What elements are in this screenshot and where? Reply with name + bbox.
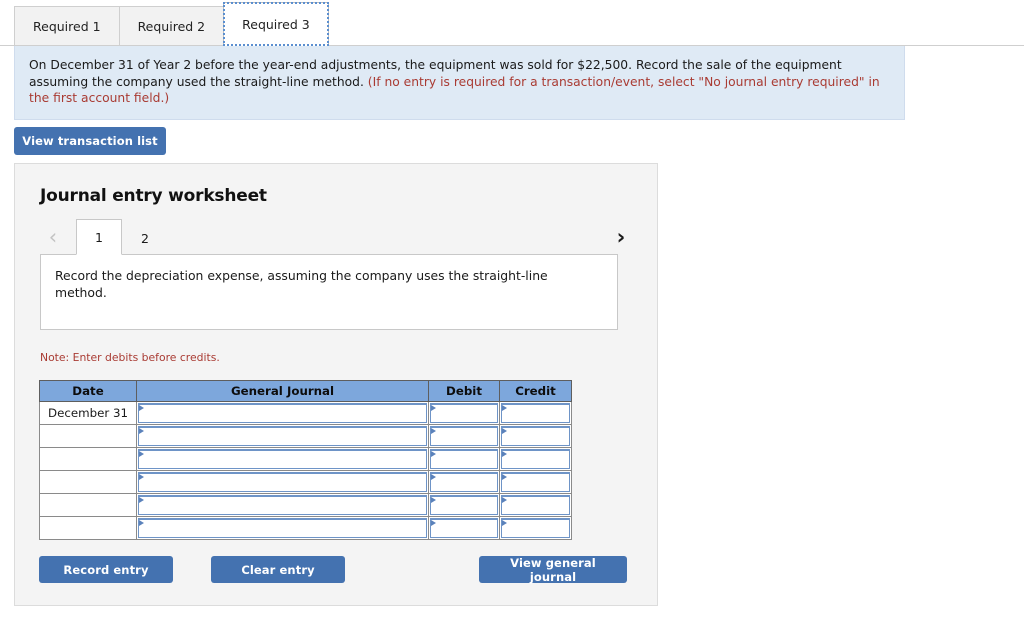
journal-entry-table: Date General Journal Debit Credit Decemb… bbox=[39, 380, 572, 540]
general-journal-input[interactable] bbox=[138, 449, 427, 469]
general-journal-input[interactable] bbox=[138, 426, 427, 446]
credit-input[interactable] bbox=[501, 472, 570, 492]
debit-input[interactable] bbox=[430, 472, 498, 492]
worksheet-page-2[interactable]: 2 bbox=[122, 221, 168, 255]
tab-required-1[interactable]: Required 1 bbox=[14, 6, 120, 46]
date-cell bbox=[39, 424, 137, 448]
general-journal-input-wrapper bbox=[137, 517, 428, 539]
debits-before-credits-note: Note: Enter debits before credits. bbox=[40, 351, 220, 364]
credit-input-cell[interactable] bbox=[499, 424, 572, 448]
credit-input-wrapper bbox=[500, 471, 571, 493]
debit-input[interactable] bbox=[430, 403, 498, 423]
credit-input-cell[interactable] bbox=[499, 493, 572, 517]
worksheet-pager: ‹ 1 2 › bbox=[40, 219, 634, 255]
credit-input-wrapper bbox=[500, 494, 571, 516]
credit-input-cell[interactable] bbox=[499, 516, 572, 540]
worksheet-description: Record the depreciation expense, assumin… bbox=[40, 254, 618, 330]
credit-input[interactable] bbox=[501, 426, 570, 446]
credit-input[interactable] bbox=[501, 449, 570, 469]
required-tabs: Required 1 Required 2 Required 3 bbox=[14, 2, 329, 46]
chevron-left-icon[interactable]: ‹ bbox=[40, 219, 66, 255]
credit-input-wrapper bbox=[500, 517, 571, 539]
worksheet-page-1[interactable]: 1 bbox=[76, 219, 122, 255]
column-header-date: Date bbox=[39, 380, 137, 402]
debit-input-cell[interactable] bbox=[428, 516, 500, 540]
debit-input-wrapper bbox=[429, 402, 499, 424]
credit-input-cell[interactable] bbox=[499, 470, 572, 494]
general-journal-input[interactable] bbox=[138, 518, 427, 538]
credit-input-cell[interactable] bbox=[499, 401, 572, 425]
debit-input-cell[interactable] bbox=[428, 470, 500, 494]
general-journal-input-cell[interactable] bbox=[136, 401, 429, 425]
credit-input-wrapper bbox=[500, 448, 571, 470]
debit-input-wrapper bbox=[429, 517, 499, 539]
table-row bbox=[39, 493, 572, 517]
general-journal-input-cell[interactable] bbox=[136, 516, 429, 540]
credit-input[interactable] bbox=[501, 403, 570, 423]
column-header-general-journal: General Journal bbox=[136, 380, 429, 402]
debit-input[interactable] bbox=[430, 518, 498, 538]
debit-input-cell[interactable] bbox=[428, 401, 500, 425]
page-title: Journal entry worksheet bbox=[40, 186, 267, 206]
chevron-right-icon[interactable]: › bbox=[608, 219, 634, 255]
date-cell: December 31 bbox=[39, 401, 137, 425]
debit-input[interactable] bbox=[430, 449, 498, 469]
general-journal-input-wrapper bbox=[137, 494, 428, 516]
date-cell bbox=[39, 447, 137, 471]
general-journal-input-wrapper bbox=[137, 471, 428, 493]
table-header-row: Date General Journal Debit Credit bbox=[39, 380, 572, 402]
date-cell bbox=[39, 493, 137, 517]
view-transaction-list-button[interactable]: View transaction list bbox=[14, 127, 166, 155]
credit-input[interactable] bbox=[501, 518, 570, 538]
column-header-credit: Credit bbox=[499, 380, 572, 402]
debit-input-wrapper bbox=[429, 425, 499, 447]
view-general-journal-button[interactable]: View general journal bbox=[479, 556, 627, 584]
table-row bbox=[39, 470, 572, 494]
date-cell bbox=[39, 516, 137, 540]
general-journal-input[interactable] bbox=[138, 472, 427, 492]
date-cell bbox=[39, 470, 137, 494]
debit-input-wrapper bbox=[429, 448, 499, 470]
journal-table-body: December 31 bbox=[39, 401, 572, 540]
credit-input-wrapper bbox=[500, 402, 571, 424]
credit-input-wrapper bbox=[500, 425, 571, 447]
debit-input-cell[interactable] bbox=[428, 424, 500, 448]
general-journal-input-cell[interactable] bbox=[136, 447, 429, 471]
table-row bbox=[39, 516, 572, 540]
debit-input[interactable] bbox=[430, 495, 498, 515]
general-journal-input-wrapper bbox=[137, 448, 428, 470]
tab-required-3[interactable]: Required 3 bbox=[223, 2, 329, 46]
debit-input-cell[interactable] bbox=[428, 447, 500, 471]
debit-input[interactable] bbox=[430, 426, 498, 446]
general-journal-input-wrapper bbox=[137, 402, 428, 424]
credit-input[interactable] bbox=[501, 495, 570, 515]
debit-input-cell[interactable] bbox=[428, 493, 500, 517]
credit-input-cell[interactable] bbox=[499, 447, 572, 471]
table-row: December 31 bbox=[39, 401, 572, 425]
worksheet-page-tabs: 1 2 bbox=[76, 219, 168, 255]
instruction-banner: On December 31 of Year 2 before the year… bbox=[14, 46, 905, 120]
debit-input-wrapper bbox=[429, 471, 499, 493]
general-journal-input-wrapper bbox=[137, 425, 428, 447]
table-row bbox=[39, 447, 572, 471]
clear-entry-button[interactable]: Clear entry bbox=[211, 556, 345, 583]
general-journal-input-cell[interactable] bbox=[136, 470, 429, 494]
debit-input-wrapper bbox=[429, 494, 499, 516]
tab-required-2[interactable]: Required 2 bbox=[118, 6, 225, 46]
general-journal-input[interactable] bbox=[138, 495, 427, 515]
journal-entry-worksheet-panel: Journal entry worksheet ‹ 1 2 › Record t… bbox=[14, 163, 658, 606]
general-journal-input-cell[interactable] bbox=[136, 424, 429, 448]
table-row bbox=[39, 424, 572, 448]
general-journal-input[interactable] bbox=[138, 403, 427, 423]
column-header-debit: Debit bbox=[428, 380, 500, 402]
general-journal-input-cell[interactable] bbox=[136, 493, 429, 517]
record-entry-button[interactable]: Record entry bbox=[39, 556, 173, 583]
